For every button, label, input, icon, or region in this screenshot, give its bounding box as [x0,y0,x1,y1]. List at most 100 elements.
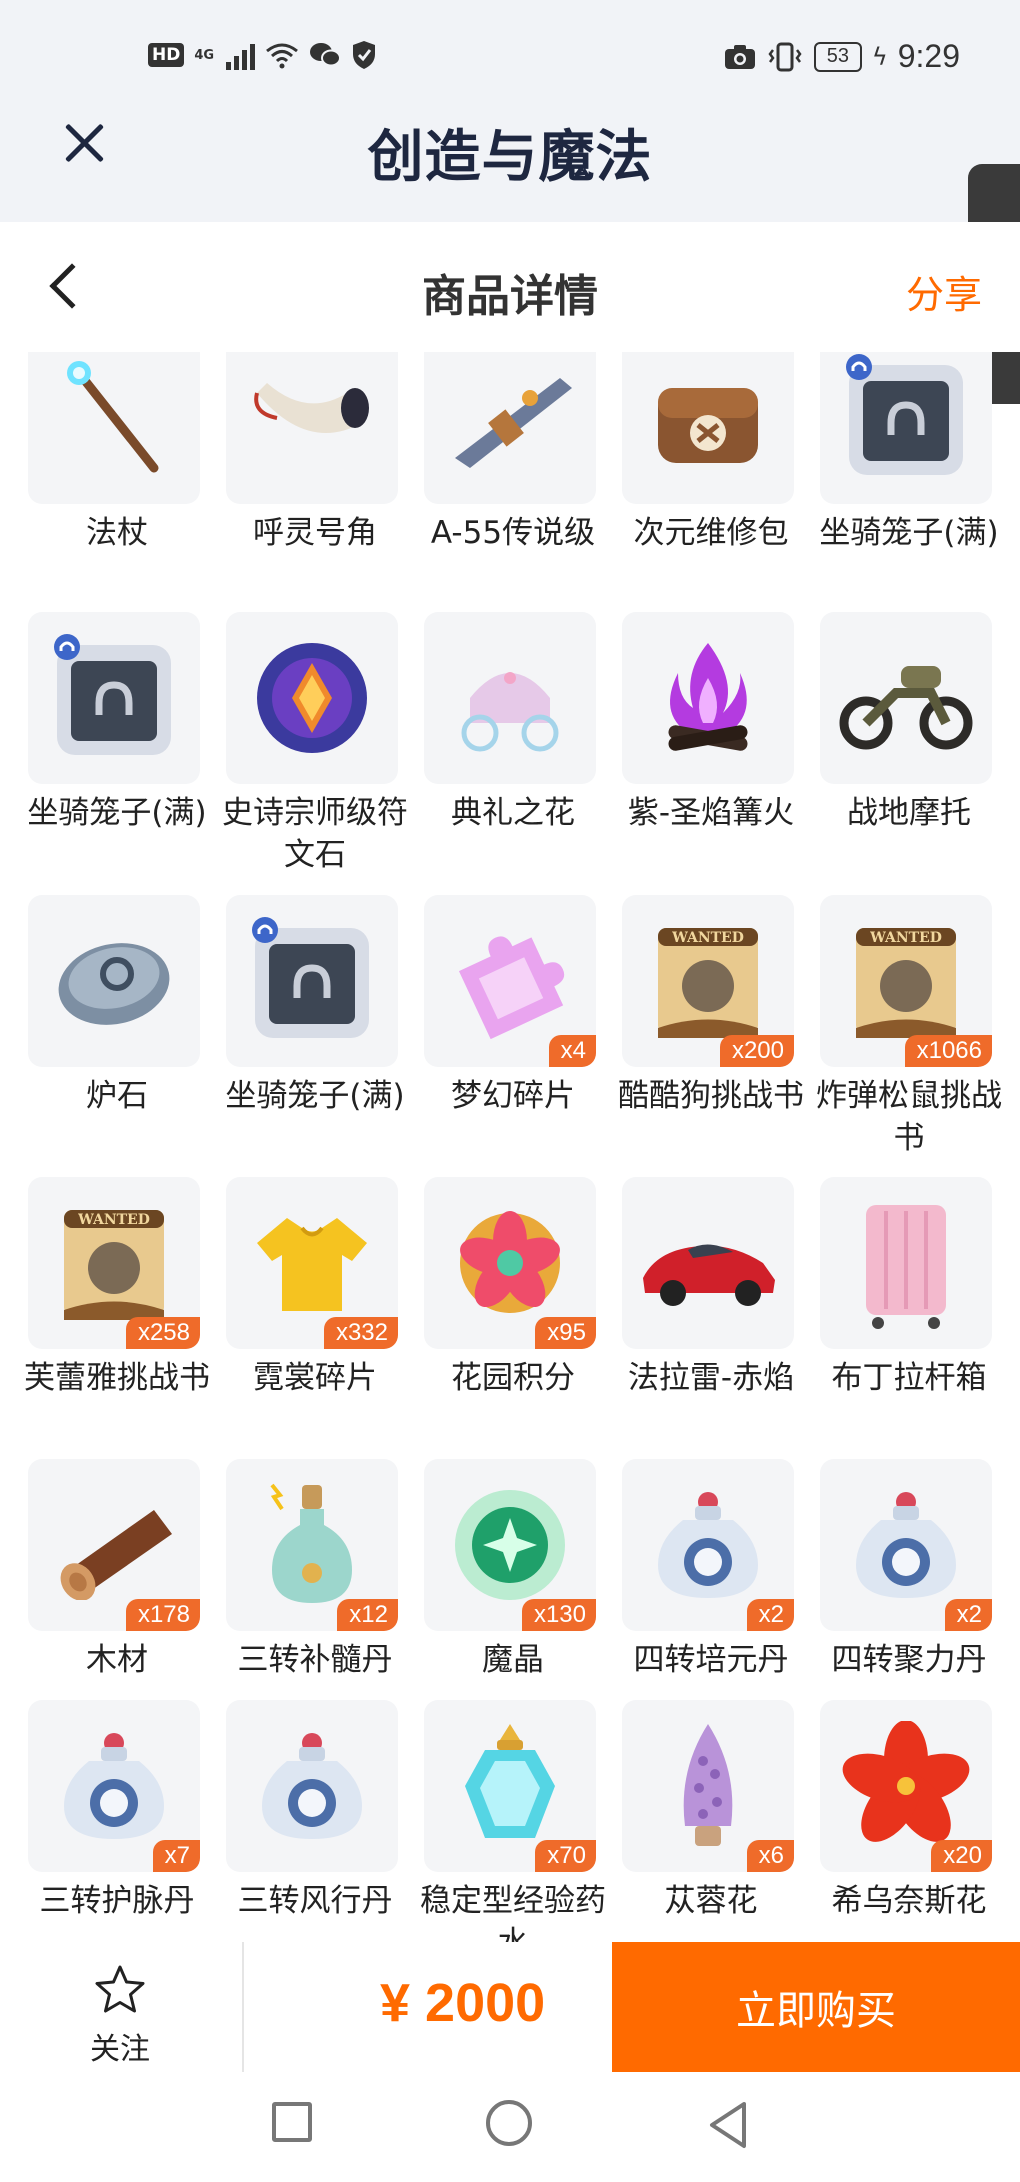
wechat-icon [310,43,342,67]
hd-badge: HD [148,43,185,67]
recent-apps-button[interactable] [272,2102,312,2142]
item-name: 梦幻碎片 [451,1078,575,1114]
item-image: WANTED x258 [28,1177,200,1349]
page-title: 商品详情 [422,271,598,322]
item-name: 木材 [86,1642,148,1678]
item-image: x130 [424,1459,596,1631]
item-name: 法拉雷-赤焰 [627,1360,795,1396]
nav-back-button[interactable] [706,2100,750,2150]
item-image [226,612,398,784]
hearthstone-icon [28,895,200,1067]
item-image [622,612,794,784]
quantity-badge: x178 [125,1599,200,1631]
item-image [622,1177,794,1349]
item-name: 魔晶 [482,1642,544,1678]
page-header: 商品详情 分享 [0,222,1020,352]
follow-label: 关注 [90,2032,150,2067]
quantity-badge: x12 [337,1599,398,1631]
item-name: 稳定型经验药水 [420,1883,606,1942]
item-name: 次元维修包 [633,515,789,551]
item-image: x332 [226,1177,398,1349]
item-name: 紫-圣焰篝火 [627,795,795,831]
item-name: 霓裳碎片 [253,1360,377,1396]
item-name: 史诗宗师级符文石 [222,795,408,873]
quantity-badge: x258 [125,1317,200,1349]
quantity-badge: x95 [535,1317,596,1349]
item-name: 坐骑笼子(满) [819,515,999,551]
follow-button[interactable]: 关注 [80,1962,160,2068]
item-name: 四转聚力丹 [831,1642,987,1678]
item-name: 希乌奈斯花 [831,1883,987,1919]
svg-text:WANTED: WANTED [77,1212,150,1228]
mount-cage-icon [820,352,992,504]
item-name: 四转培元丹 [633,1642,789,1678]
horn-icon [226,352,398,504]
item-name: 坐骑笼子(满) [225,1078,405,1114]
camera-icon [724,44,755,69]
carriage-icon [424,612,596,784]
item-name: 苁蓉花 [664,1883,758,1919]
item-image: x95 [424,1177,596,1349]
repair-bag-icon [622,352,794,504]
quantity-badge: x2 [944,1599,992,1631]
item-image [28,352,200,504]
battery-indicator: 53 [813,41,862,72]
quantity-badge: x7 [152,1840,200,1872]
item-image: x70 [424,1700,596,1872]
item-name: 炸弹松鼠挑战书 [816,1078,1002,1156]
wifi-icon [266,43,298,69]
svg-text:WANTED: WANTED [869,930,942,946]
quantity-badge: x200 [719,1035,794,1067]
item-name: 芙蕾雅挑战书 [24,1360,210,1396]
quantity-badge: x332 [323,1317,398,1349]
item-image: WANTED x1066 [820,895,992,1067]
item-grid: 法杖 呼灵号角 A-55传说级 次元维修包 坐骑笼子(满) 坐骑笼子(满) 史诗宗师级符文石… [0,352,1020,1942]
item-name: 三转补髓丹 [237,1642,393,1678]
item-image [28,612,200,784]
bottom-action-bar: 关注 ¥ 2000 立即购买 [0,1942,1020,2072]
quantity-badge: x1066 [904,1035,992,1067]
shield-icon [353,41,376,69]
quantity-badge: x4 [548,1035,596,1067]
item-name: 炉石 [86,1078,148,1114]
staff-icon [28,352,200,504]
gun-icon [424,352,596,504]
mount-cage-icon [226,895,398,1067]
item-name: A-55传说级 [430,515,596,551]
elixir-flask-icon [226,1700,398,1872]
item-image: x6 [622,1700,794,1872]
item-name: 法杖 [86,515,148,551]
item-image [820,1177,992,1349]
buy-now-button[interactable]: 立即购买 [612,1942,1020,2072]
item-image: x4 [424,895,596,1067]
item-name: 呼灵号角 [253,515,377,551]
status-bar: HD 4G 53 ϟ 9:29 [0,28,1020,90]
svg-text:WANTED: WANTED [671,930,744,946]
item-name: 坐骑笼子(满) [27,795,207,831]
divider [242,1942,244,2072]
clock: 9:29 [897,38,960,74]
item-name: 典礼之花 [451,795,575,831]
item-image [226,895,398,1067]
bonfire-icon [622,612,794,784]
quantity-badge: x2 [746,1599,794,1631]
item-image: WANTED x200 [622,895,794,1067]
item-image [226,1700,398,1872]
item-name: 花园积分 [451,1360,575,1396]
motorbike-icon [820,612,992,784]
sports-car-icon [622,1177,794,1349]
item-name: 布丁拉杆箱 [831,1360,987,1396]
star-icon [95,1965,145,2013]
charging-icon: ϟ [871,42,888,71]
price: ¥ 2000 [380,1973,546,2033]
item-image [820,352,992,504]
item-image [226,352,398,504]
suitcase-icon [820,1177,992,1349]
system-nav-bar [0,2072,1020,2182]
app-top-area: HD 4G 53 ϟ 9:29 创造与魔法 [0,0,1020,222]
item-image: x2 [622,1459,794,1631]
home-button[interactable] [486,2100,532,2146]
share-button[interactable]: 分享 [906,264,982,319]
item-image: x20 [820,1700,992,1872]
item-image [820,612,992,784]
